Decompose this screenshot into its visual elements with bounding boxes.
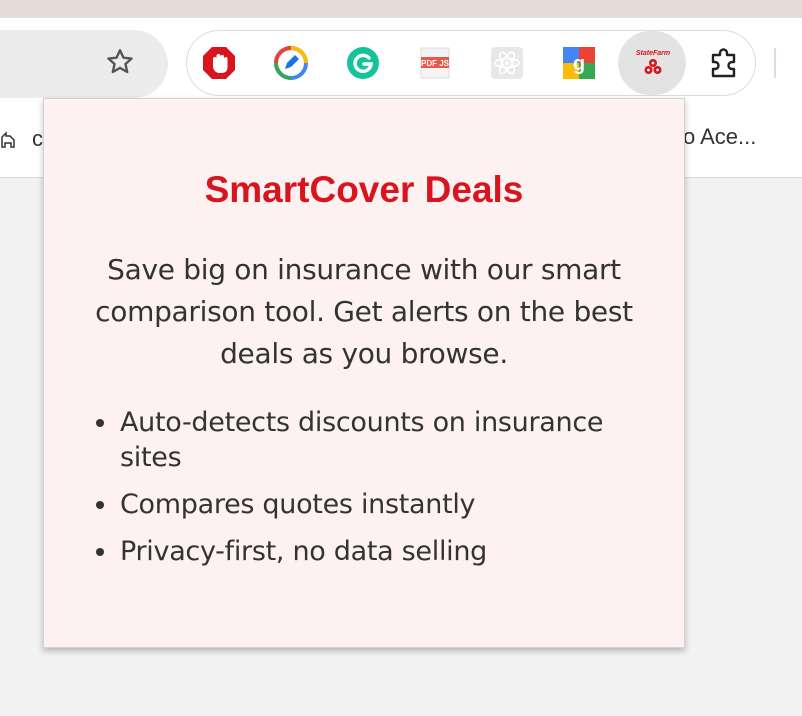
react-devtools-icon[interactable] <box>490 46 524 80</box>
adblock-icon[interactable] <box>202 46 236 80</box>
pdfjs-icon-label: PDF JS <box>421 59 450 68</box>
extensions-puzzle-icon[interactable] <box>707 46 741 80</box>
extension-popup: SmartCover Deals Save big on insurance w… <box>43 98 685 648</box>
bookmark-folder-icon <box>1 131 15 148</box>
bookmark-item-left[interactable]: c <box>0 126 43 152</box>
list-item: Auto-detects discounts on insurance site… <box>96 405 650 475</box>
feature-text: Privacy-first, no data selling <box>120 536 487 567</box>
feature-list: Auto-detects discounts on insurance site… <box>96 405 650 581</box>
state-farm-icon[interactable]: StateFarm <box>635 46 671 80</box>
feature-text: Auto-detects discounts on insurance site… <box>120 407 604 473</box>
feature-text: Compares quotes instantly <box>120 489 476 520</box>
grammarly-icon[interactable] <box>346 46 380 80</box>
window-top-strip <box>0 0 802 18</box>
address-bar[interactable] <box>0 30 168 98</box>
bookmark-left-label: c <box>32 126 43 151</box>
bookmark-star-icon[interactable] <box>104 46 136 78</box>
list-item: Privacy-first, no data selling <box>96 534 650 569</box>
bullet-icon <box>96 548 104 556</box>
pdfjs-icon[interactable]: PDF JS <box>418 46 452 80</box>
list-item: Compares quotes instantly <box>96 487 650 522</box>
state-farm-icon-label: StateFarm <box>636 50 670 57</box>
bookmark-item-right[interactable]: o Ace... <box>683 124 756 150</box>
bullet-icon <box>96 501 104 509</box>
toolbar-separator <box>774 48 776 78</box>
svg-text:g: g <box>573 53 585 75</box>
bullet-icon <box>96 419 104 427</box>
popup-title: SmartCover Deals <box>204 169 524 210</box>
pen-edit-icon[interactable] <box>274 46 308 80</box>
popup-description: Save big on insurance with our smart com… <box>95 253 633 370</box>
google-photo-icon[interactable]: g <box>562 46 596 80</box>
